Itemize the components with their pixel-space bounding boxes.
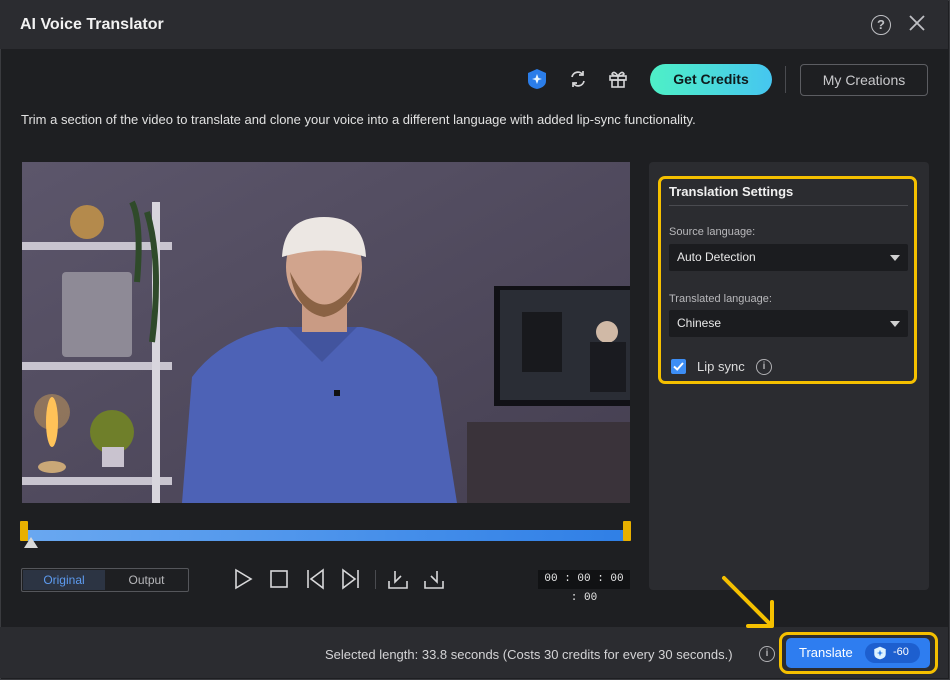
chevron-down-icon <box>890 255 900 261</box>
translate-label: Translate <box>799 645 853 660</box>
selected-length-text: Selected length: 33.8 seconds (Costs 30 … <box>325 647 733 662</box>
highlight-arrow-icon <box>722 576 774 628</box>
settings-title: Translation Settings <box>669 184 794 199</box>
credits-badge-icon[interactable] <box>526 68 548 90</box>
source-language-label: Source language: <box>669 226 756 238</box>
credits-badge-icon <box>874 646 886 660</box>
settings-highlight-box <box>658 176 917 384</box>
lip-sync-label: Lip sync <box>697 359 745 374</box>
translated-language-select[interactable]: Chinese <box>669 310 908 337</box>
controls-divider <box>375 570 376 589</box>
source-language-value: Auto Detection <box>677 250 756 264</box>
lip-sync-checkbox[interactable] <box>671 359 686 374</box>
translate-button[interactable]: Translate -60 <box>786 638 930 668</box>
gift-icon[interactable] <box>607 68 629 90</box>
previous-frame-icon[interactable] <box>304 568 326 590</box>
stop-icon[interactable] <box>268 568 290 590</box>
help-icon[interactable]: ? <box>871 15 891 35</box>
chevron-down-icon <box>890 321 900 327</box>
trim-timeline[interactable] <box>22 530 628 541</box>
close-icon[interactable] <box>906 12 928 34</box>
trim-end-handle[interactable] <box>623 521 631 541</box>
credit-cost-badge: -60 <box>865 643 920 663</box>
tab-output[interactable]: Output <box>106 570 187 590</box>
translated-language-value: Chinese <box>677 316 722 330</box>
view-toggle: Original Output <box>21 568 189 592</box>
settings-divider <box>669 205 908 206</box>
window-title: AI Voice Translator <box>20 16 164 33</box>
cost-info-icon[interactable]: i <box>759 646 775 662</box>
video-frame-image <box>22 162 630 503</box>
timecode-display: 00 : 00 : 00 : 00 <box>538 570 630 604</box>
video-preview[interactable] <box>22 162 630 503</box>
translated-language-label: Translated language: <box>669 293 772 305</box>
description-text: Trim a section of the video to translate… <box>21 112 696 127</box>
set-in-point-icon[interactable] <box>387 568 409 590</box>
my-creations-button[interactable]: My Creations <box>800 64 928 96</box>
playhead-marker[interactable] <box>24 537 38 548</box>
source-language-select[interactable]: Auto Detection <box>669 244 908 271</box>
set-out-point-icon[interactable] <box>423 568 445 590</box>
play-icon[interactable] <box>232 568 254 590</box>
refresh-icon[interactable] <box>567 68 589 90</box>
credit-cost-value: -60 <box>893 646 909 658</box>
next-frame-icon[interactable] <box>340 568 362 590</box>
tab-original[interactable]: Original <box>23 570 105 590</box>
get-credits-button[interactable]: Get Credits <box>650 64 772 95</box>
lip-sync-info-icon[interactable]: i <box>756 359 772 375</box>
toolbar-divider <box>785 66 786 93</box>
